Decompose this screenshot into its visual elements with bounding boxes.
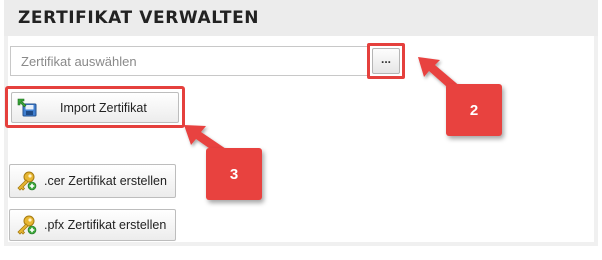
- key-create-icon: [15, 215, 37, 235]
- import-certificate-icon: [17, 98, 39, 118]
- browse-button[interactable]: ...: [372, 48, 400, 74]
- import-certificate-label: Import Zertifikat: [60, 100, 147, 115]
- panel-title: ZERTIFIKAT VERWALTEN: [18, 8, 260, 28]
- callout-step-3: 3: [206, 148, 262, 200]
- create-cer-label: .cer Zertifikat erstellen: [44, 174, 167, 188]
- callout-step-2: 2: [446, 84, 502, 136]
- create-cer-certificate-button[interactable]: .cer Zertifikat erstellen: [9, 164, 176, 198]
- key-create-icon: [15, 171, 37, 191]
- create-pfx-label: .pfx Zertifikat erstellen: [44, 218, 167, 232]
- create-pfx-certificate-button[interactable]: .pfx Zertifikat erstellen: [9, 209, 176, 241]
- import-certificate-button[interactable]: Import Zertifikat: [11, 92, 179, 123]
- certificate-path-input[interactable]: [10, 46, 368, 76]
- panel-header: ZERTIFIKAT VERWALTEN: [4, 0, 598, 36]
